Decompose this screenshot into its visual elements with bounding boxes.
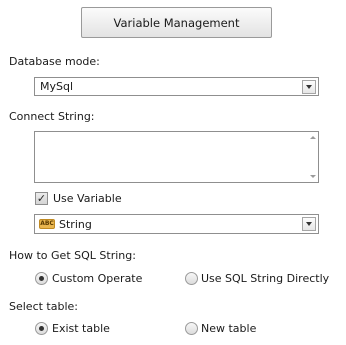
use-sql-string-directly-label[interactable]: Use SQL String Directly bbox=[201, 272, 329, 285]
variable-management-label: Variable Management bbox=[113, 15, 240, 30]
database-mode-label: Database mode: bbox=[9, 55, 100, 68]
select-table-label: Select table: bbox=[9, 300, 78, 313]
chevron-down-icon[interactable] bbox=[302, 79, 316, 94]
scroll-up-arrow-icon[interactable] bbox=[310, 136, 316, 139]
database-mode-value: MySql bbox=[40, 80, 74, 93]
checkmark-icon: ✓ bbox=[36, 192, 47, 205]
new-table-label[interactable]: New table bbox=[201, 322, 256, 335]
exist-table-radio[interactable] bbox=[35, 322, 48, 335]
use-variable-checkbox[interactable]: ✓ bbox=[35, 192, 48, 205]
exist-table-label[interactable]: Exist table bbox=[52, 322, 110, 335]
use-sql-string-directly-radio[interactable] bbox=[185, 272, 198, 285]
custom-operate-label[interactable]: Custom Operate bbox=[52, 272, 142, 285]
radio-selected-dot bbox=[39, 276, 44, 281]
variable-type-select[interactable]: ABC String bbox=[34, 214, 319, 234]
database-mode-select[interactable]: MySql bbox=[34, 77, 319, 96]
connect-string-label: Connect String: bbox=[9, 110, 95, 123]
scroll-down-arrow-icon[interactable] bbox=[310, 175, 316, 178]
radio-selected-dot bbox=[39, 326, 44, 331]
custom-operate-radio[interactable] bbox=[35, 272, 48, 285]
use-variable-label: Use Variable bbox=[53, 192, 122, 205]
variable-type-value: String bbox=[59, 217, 92, 231]
chevron-down-icon[interactable] bbox=[302, 217, 316, 231]
sql-string-label: How to Get SQL String: bbox=[9, 249, 136, 262]
connect-string-scrollbar[interactable] bbox=[307, 132, 318, 182]
string-type-icon: ABC bbox=[39, 219, 55, 229]
connect-string-textarea[interactable] bbox=[34, 131, 319, 183]
new-table-radio[interactable] bbox=[185, 322, 198, 335]
variable-management-button[interactable]: Variable Management bbox=[81, 7, 272, 38]
